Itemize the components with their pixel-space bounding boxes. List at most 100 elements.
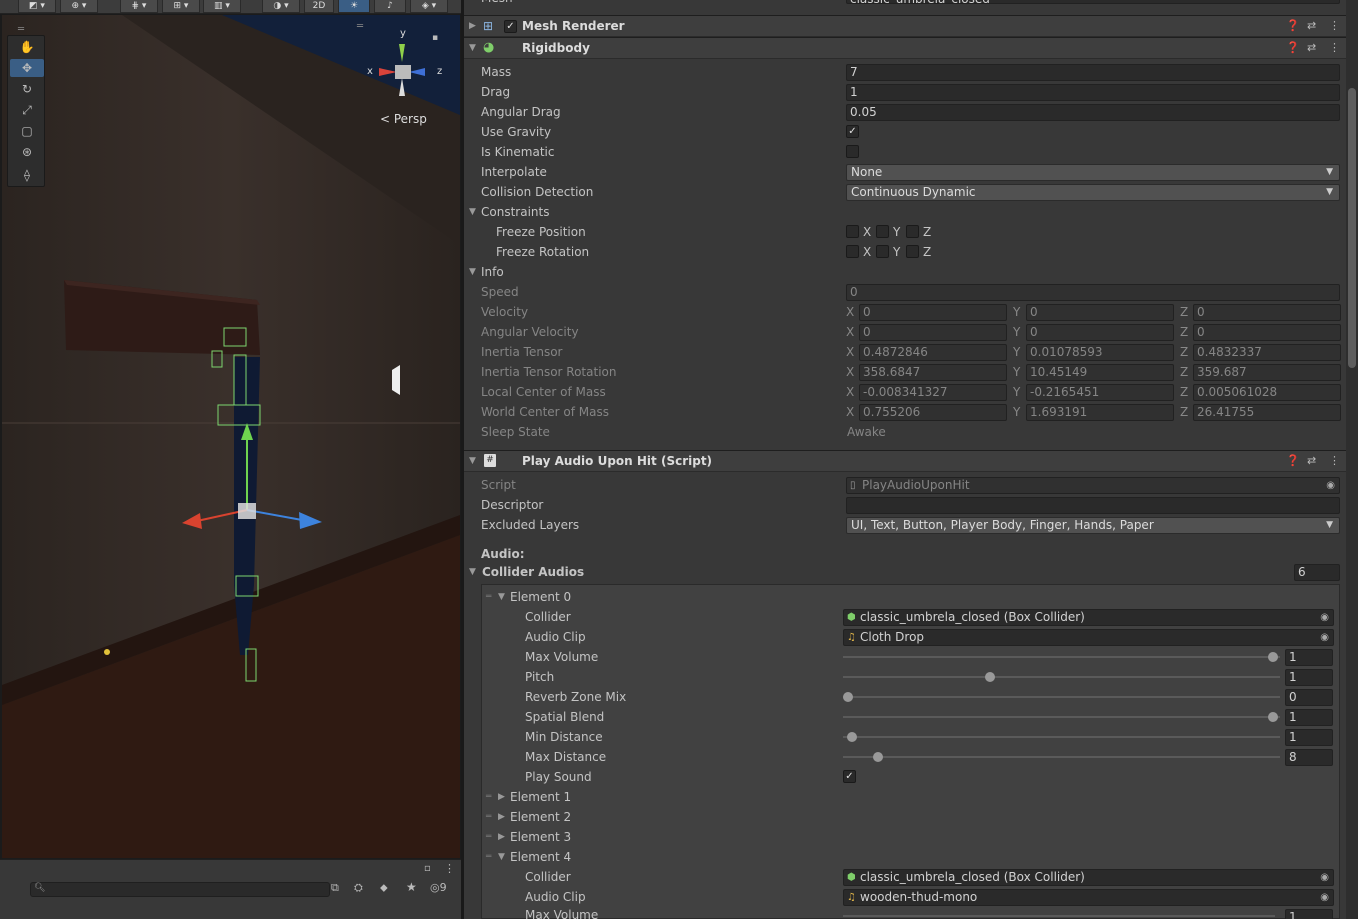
drag-handle-icon[interactable]: ═: [486, 847, 491, 867]
spatial-blend-slider[interactable]: [843, 716, 1280, 718]
element0-collider-field[interactable]: ⬢ classic_umbrela_closed (Box Collider) …: [843, 609, 1334, 626]
component-menu-icon[interactable]: ⋮: [1329, 41, 1340, 55]
rotate-tool-icon[interactable]: ↻: [10, 80, 44, 98]
lock-icon[interactable]: ▫: [424, 863, 431, 874]
effects-dropdown[interactable]: ◈ ▾: [410, 0, 448, 13]
max-distance-slider[interactable]: [843, 756, 1280, 758]
fold-arrow-right-icon[interactable]: ▶: [498, 807, 505, 827]
object-picker-icon[interactable]: ◉: [1320, 630, 1329, 645]
element0-audio-clip-field[interactable]: ♫ Cloth Drop ◉: [843, 629, 1334, 646]
transform-tool-icon[interactable]: ⊛: [10, 143, 44, 161]
max-volume-slider[interactable]: [843, 656, 1280, 658]
freeze-position-x-checkbox[interactable]: [846, 225, 859, 238]
collider-audios-size-field[interactable]: 6: [1294, 564, 1340, 581]
snap-dropdown[interactable]: ⊞ ▾: [162, 0, 200, 13]
search-type-icon[interactable]: ⧉: [331, 881, 339, 895]
collider-audios-label[interactable]: Collider Audios: [482, 562, 584, 582]
info-label[interactable]: Info: [481, 262, 504, 282]
element4-collider-field[interactable]: ⬢ classic_umbrela_closed (Box Collider) …: [843, 869, 1334, 886]
reverb-zone-mix-slider-knob[interactable]: [843, 692, 853, 702]
fold-arrow-right-icon[interactable]: ▶: [498, 787, 505, 807]
collider-audios-fold-icon[interactable]: ▼: [469, 562, 476, 582]
freeze-rotation-z-checkbox[interactable]: [906, 245, 919, 258]
drag-handle-icon[interactable]: ═: [486, 807, 491, 827]
angular-drag-field[interactable]: 0.05: [846, 104, 1340, 121]
drag-field[interactable]: 1: [846, 84, 1340, 101]
search-input[interactable]: 🔍︎: [30, 882, 330, 897]
mesh-field[interactable]: classic_umbrela_closed: [846, 0, 1340, 4]
freeze-rotation-y-checkbox[interactable]: [876, 245, 889, 258]
fold-arrow-down-icon[interactable]: ▼: [469, 38, 476, 58]
custom-tool-icon[interactable]: ⟠: [10, 166, 44, 184]
interpolate-dropdown[interactable]: None ▼: [846, 164, 1340, 181]
inspector-scrollbar[interactable]: [1346, 0, 1358, 919]
object-picker-icon[interactable]: ◉: [1320, 890, 1329, 905]
panel-menu-icon[interactable]: ⋮: [444, 862, 455, 875]
max-volume-field[interactable]: 1: [1285, 649, 1333, 666]
presets-icon[interactable]: ⇄: [1307, 41, 1316, 55]
script-component-header[interactable]: ▼ # Play Audio Upon Hit (Script) ❓ ⇄ ⋮: [464, 450, 1346, 472]
scene-view[interactable]: ◩ ▾ ⊕ ▾ ⋕ ▾ ⊞ ▾ ▥ ▾ ◑ ▾ 2D ☀ ♪ ◈ ▾ y x z…: [0, 0, 462, 919]
fold-arrow-right-icon[interactable]: ▶: [498, 827, 505, 847]
hand-tool-icon[interactable]: ✋: [10, 38, 44, 56]
mass-field[interactable]: 7: [846, 64, 1340, 81]
scene-viewport[interactable]: y x z < Persp ▪ ═: [2, 15, 460, 858]
constraints-label[interactable]: Constraints: [481, 202, 549, 222]
hidden-objects-icon[interactable]: ◎9: [430, 881, 447, 894]
favorites-icon[interactable]: ★: [406, 880, 417, 894]
rigidbody-header[interactable]: ▼ ◕ Rigidbody ❓ ⇄ ⋮: [464, 37, 1346, 59]
shading-dropdown[interactable]: ◑ ▾: [262, 0, 300, 13]
draw-mode-dropdown[interactable]: ◩ ▾: [18, 0, 56, 13]
element-2-label[interactable]: Element 2: [510, 807, 571, 827]
play-sound-checkbox[interactable]: ✓: [843, 770, 856, 783]
excluded-layers-dropdown[interactable]: UI, Text, Button, Player Body, Finger, H…: [846, 517, 1340, 534]
grid-dropdown[interactable]: ⋕ ▾: [120, 0, 158, 13]
help-icon[interactable]: ❓: [1286, 19, 1300, 33]
mesh-renderer-header[interactable]: ▶ ⊞ ✓ Mesh Renderer ❓ ⇄ ⋮: [464, 15, 1346, 37]
info-fold-icon[interactable]: ▼: [469, 262, 476, 282]
freeze-rotation-x-checkbox[interactable]: [846, 245, 859, 258]
scale-tool-icon[interactable]: ⤢: [10, 101, 44, 119]
collision-detection-dropdown[interactable]: Continuous Dynamic ▼: [846, 184, 1340, 201]
element4-label[interactable]: Element 4: [510, 847, 571, 867]
element-1-label[interactable]: Element 1: [510, 787, 571, 807]
perspective-label[interactable]: < Persp: [380, 112, 427, 126]
element-3-label[interactable]: Element 3: [510, 827, 571, 847]
pitch-field[interactable]: 1: [1285, 669, 1333, 686]
audio-toggle-icon[interactable]: ♪: [374, 0, 406, 13]
freeze-position-z-checkbox[interactable]: [906, 225, 919, 238]
help-icon[interactable]: ❓: [1286, 41, 1300, 55]
freeze-position-y-checkbox[interactable]: [876, 225, 889, 238]
drag-handle-icon[interactable]: ═: [486, 787, 491, 807]
spatial-blend-slider-knob[interactable]: [1268, 712, 1278, 722]
drag-handle-icon[interactable]: ═: [486, 827, 491, 847]
object-picker-icon[interactable]: ◉: [1320, 610, 1329, 625]
scrollbar-thumb[interactable]: [1348, 88, 1356, 368]
pitch-slider[interactable]: [843, 676, 1280, 678]
component-menu-icon[interactable]: ⋮: [1329, 454, 1340, 468]
component-menu-icon[interactable]: ⋮: [1329, 19, 1340, 33]
lighting-toggle-icon[interactable]: ☀: [338, 0, 370, 13]
label-filter-icon[interactable]: ⬥: [380, 881, 388, 895]
constraints-fold-icon[interactable]: ▼: [469, 202, 476, 222]
mesh-renderer-enabled-checkbox[interactable]: ✓: [504, 20, 517, 33]
is-kinematic-checkbox[interactable]: [846, 145, 859, 158]
presets-icon[interactable]: ⇄: [1307, 19, 1316, 33]
tools-drag-handle[interactable]: ═: [18, 24, 24, 35]
filter-type-icon[interactable]: ⛭: [354, 881, 363, 895]
drag-handle-icon[interactable]: ═: [486, 587, 491, 607]
render-mode-dropdown[interactable]: ⊕ ▾: [60, 0, 98, 13]
gizmo-lock-icon[interactable]: ▪: [432, 33, 438, 43]
fold-arrow-right-icon[interactable]: ▶: [469, 16, 476, 36]
max-volume-slider-knob[interactable]: [1268, 652, 1278, 662]
scene-menu-icon[interactable]: ═: [357, 21, 363, 32]
element4-max-volume-slider[interactable]: [843, 915, 1275, 917]
fold-arrow-down-icon[interactable]: ▼: [469, 451, 476, 471]
toggle-2d-button[interactable]: 2D: [304, 0, 334, 13]
max-distance-field[interactable]: 8: [1285, 749, 1333, 766]
element4-max-volume-field[interactable]: 1: [1285, 909, 1333, 919]
rect-tool-icon[interactable]: ▢: [10, 122, 44, 140]
max-distance-slider-knob[interactable]: [872, 752, 883, 762]
element4-fold-icon[interactable]: ▼: [498, 847, 505, 867]
help-icon[interactable]: ❓: [1286, 454, 1300, 468]
